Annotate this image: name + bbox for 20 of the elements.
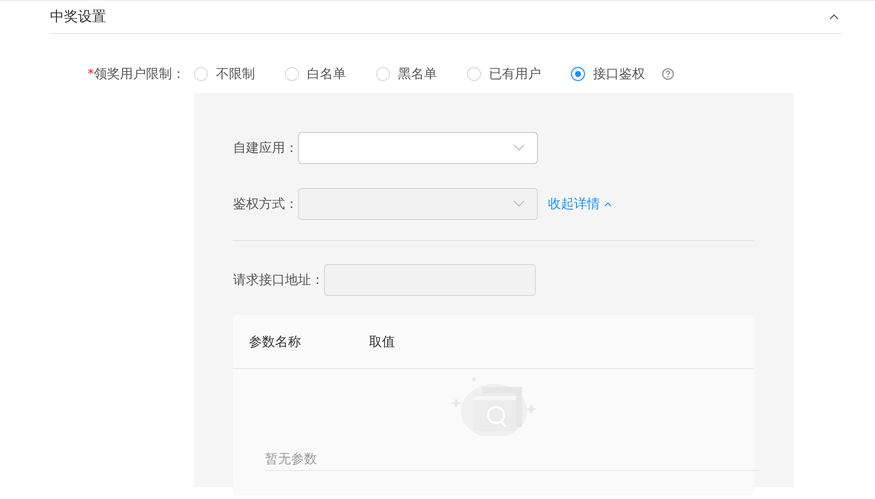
empty-text: 暂无参数 — [265, 450, 759, 471]
radio-option[interactable]: 白名单 — [285, 65, 346, 83]
section-header[interactable]: 中奖设置 — [50, 1, 843, 34]
dropdown-caret-icon — [513, 144, 525, 152]
field-label: 自建应用： — [233, 140, 298, 157]
app-select[interactable] — [298, 132, 538, 164]
caret-icon — [604, 201, 612, 207]
column-header: 取值 — [369, 334, 396, 350]
field-label: 请求接口地址： — [233, 272, 324, 289]
radio-option[interactable]: 不限制 — [194, 65, 255, 83]
help-icon[interactable] — [662, 68, 674, 80]
radio-option[interactable]: 已有用户 — [467, 65, 541, 83]
section-title: 中奖设置 — [50, 8, 106, 26]
field-label: 鉴权方式： — [233, 196, 298, 213]
radio-option[interactable]: 接口鉴权 — [571, 65, 645, 83]
collapse-icon[interactable] — [829, 12, 839, 22]
column-header: 参数名称 — [249, 334, 302, 350]
dropdown-caret-icon — [513, 200, 525, 208]
radio-option[interactable]: 黑名单 — [376, 65, 437, 83]
field-label: *领奖用户限制： — [86, 66, 185, 83]
